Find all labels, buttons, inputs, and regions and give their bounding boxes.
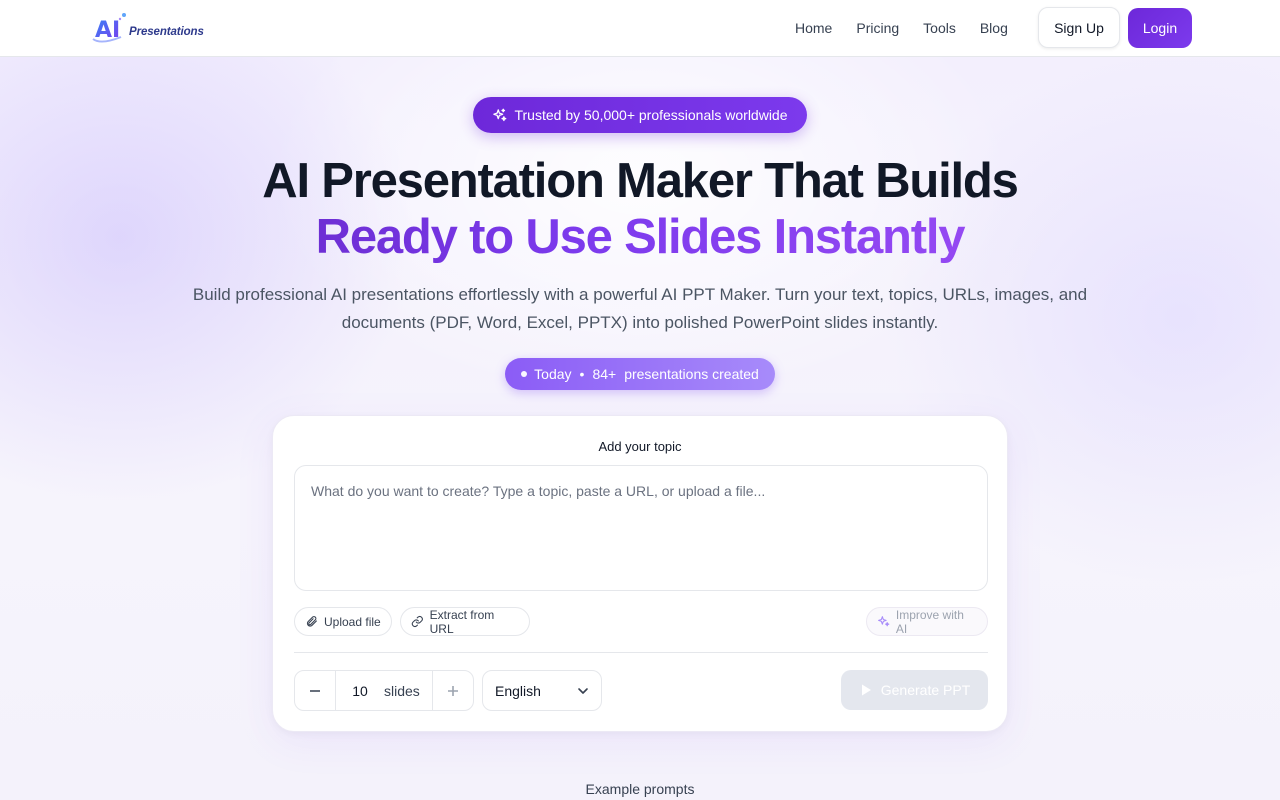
- plus-icon: [448, 685, 458, 696]
- nav-tools[interactable]: Tools: [923, 20, 956, 36]
- stat-count: 84+: [592, 366, 617, 382]
- topic-input[interactable]: What do you want to create? Type a topic…: [294, 465, 988, 591]
- brand-name: Presentations: [129, 26, 204, 38]
- play-icon: [861, 684, 871, 696]
- language-value: English: [495, 682, 541, 699]
- today-stat-badge: Today • 84+ presentations created: [505, 358, 775, 390]
- bullet-separator: •: [579, 366, 585, 382]
- extract-url-label: Extract from URL: [429, 607, 495, 636]
- minus-icon: [310, 689, 320, 692]
- slides-stepper: 10 slides: [294, 670, 474, 711]
- nav-blog[interactable]: Blog: [980, 20, 1008, 36]
- upload-file-button[interactable]: Upload file: [294, 607, 392, 636]
- topic-card: Add your topic What do you want to creat…: [272, 415, 1008, 732]
- top-navbar: AI Presentations Home Pricing Tools Blog…: [0, 0, 1280, 57]
- sparkles-icon: [493, 108, 507, 121]
- link-icon: [411, 616, 423, 627]
- hero-subtitle: Build professional AI presentations effo…: [192, 285, 1088, 332]
- upload-file-label: Upload file: [324, 614, 381, 629]
- language-select[interactable]: English: [482, 670, 602, 711]
- live-dot-icon: [521, 371, 528, 377]
- ai-logo-icon: AI: [92, 13, 126, 43]
- hero-title-line2: Ready to Use Slides Instantly: [0, 209, 1280, 265]
- decrease-slides-button[interactable]: [295, 671, 336, 710]
- increase-slides-button[interactable]: [432, 671, 473, 710]
- brand-logo[interactable]: AI Presentations: [91, 11, 211, 45]
- hero-title-line1: AI Presentation Maker That Builds: [262, 154, 1019, 208]
- example-prompts-heading: Example prompts: [585, 781, 695, 797]
- paperclip-icon: [306, 616, 317, 627]
- slides-count-display: 10 slides: [336, 671, 432, 710]
- trust-badge-text: Trusted by 50,000+ professionals worldwi…: [514, 107, 788, 123]
- chevron-down-icon: [578, 687, 588, 694]
- sparkles-icon: [878, 616, 890, 627]
- slides-unit-label: slides: [384, 682, 420, 699]
- nav-home[interactable]: Home: [795, 20, 832, 36]
- improve-with-ai-button[interactable]: Improve with AI: [866, 607, 988, 636]
- topic-card-title: Add your topic: [598, 439, 682, 454]
- generate-ppt-label: Generate PPT: [880, 682, 971, 698]
- signup-button[interactable]: Sign Up: [1038, 7, 1120, 48]
- slides-count-value[interactable]: 10: [336, 683, 384, 699]
- card-divider: [294, 652, 988, 653]
- nav-pricing[interactable]: Pricing: [856, 20, 899, 36]
- generate-ppt-button[interactable]: Generate PPT: [841, 670, 988, 710]
- login-button[interactable]: Login: [1128, 8, 1192, 48]
- trust-badge: Trusted by 50,000+ professionals worldwi…: [473, 97, 807, 133]
- main-content: Trusted by 50,000+ professionals worldwi…: [0, 0, 1280, 800]
- stat-prefix: Today: [534, 366, 572, 382]
- improve-with-ai-label: Improve with AI: [895, 607, 964, 636]
- svg-text:AI: AI: [95, 18, 120, 43]
- nav-links: Home Pricing Tools Blog: [795, 0, 1008, 56]
- stat-suffix: presentations created: [624, 366, 759, 382]
- extract-url-button[interactable]: Extract from URL: [400, 607, 530, 636]
